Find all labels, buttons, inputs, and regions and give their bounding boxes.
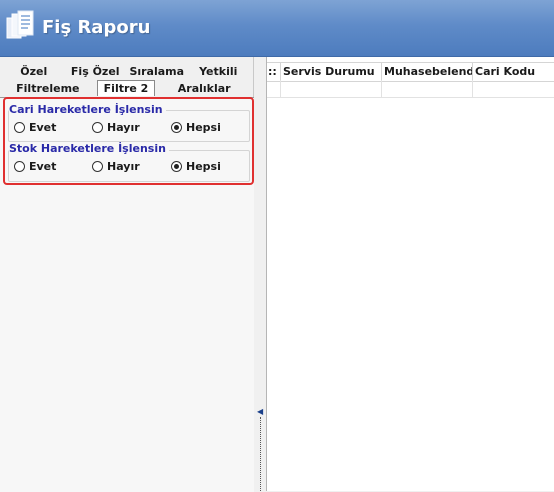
table-row[interactable] <box>267 80 554 98</box>
table-cell[interactable] <box>281 80 382 97</box>
collapse-arrow-icon[interactable]: ◀ <box>257 407 263 417</box>
table-cell[interactable] <box>473 80 554 97</box>
results-grid: :: Servis Durumu Muhasebelendi Cari Kodu <box>267 57 554 491</box>
row-indicator-cell[interactable] <box>267 80 281 97</box>
tab-filtre-2[interactable]: Filtre 2 <box>96 80 156 96</box>
tab-siralama[interactable]: Sıralama <box>126 63 188 79</box>
tab-fis-ozel[interactable]: Fiş Özel <box>65 63 127 79</box>
column-header-servis-durumu[interactable]: Servis Durumu <box>281 63 382 81</box>
tab-yetkili[interactable]: Yetkili <box>188 63 250 79</box>
highlight-box <box>3 97 254 185</box>
panel-splitter[interactable]: ◀ <box>254 57 267 491</box>
tab-filtreleme[interactable]: Filtreleme <box>3 80 93 96</box>
tab-row-2: Filtreleme Filtre 2 Aralıklar <box>3 80 249 96</box>
title-bar: Fiş Raporu <box>0 0 554 57</box>
row-indicator-header[interactable]: :: <box>267 63 281 81</box>
tab-araliklar[interactable]: Aralıklar <box>159 80 249 96</box>
column-header-muhasebelendi[interactable]: Muhasebelendi <box>382 63 473 81</box>
grid-header: :: Servis Durumu Muhasebelendi Cari Kodu <box>267 62 554 82</box>
tab-ozel[interactable]: Özel <box>3 63 65 79</box>
column-header-cari-kodu[interactable]: Cari Kodu <box>473 63 554 81</box>
table-cell[interactable] <box>382 80 473 97</box>
splitter-grip[interactable] <box>260 417 262 491</box>
window-title: Fiş Raporu <box>42 17 151 38</box>
report-pages-icon <box>6 10 34 39</box>
tab-row-1: Özel Fiş Özel Sıralama Yetkili <box>3 63 249 79</box>
